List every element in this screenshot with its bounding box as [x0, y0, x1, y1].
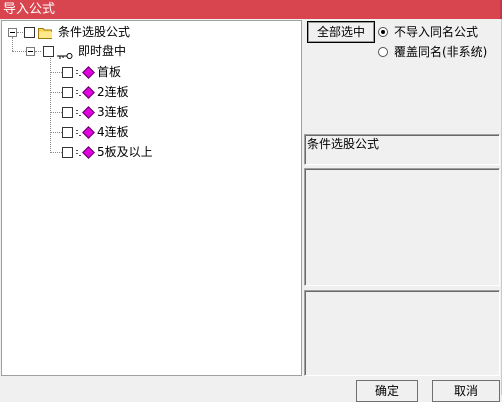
tree-checkbox-item[interactable] — [62, 67, 73, 78]
formula-tree[interactable]: 条件选股公式 即时盘中 首板 2连板 3连板 4连板 5板及以上 — [1, 20, 302, 376]
tree-node-root[interactable]: 条件选股公式 — [2, 23, 302, 42]
tree-node-label: 5板及以上 — [97, 145, 153, 159]
tree-node-label: 即时盘中 — [78, 44, 127, 58]
collapse-icon[interactable] — [8, 28, 17, 37]
tree-checkbox-group[interactable] — [43, 46, 54, 57]
tree-node-label: 首板 — [97, 65, 122, 79]
diamond-icon — [82, 146, 95, 159]
diamond-icon — [82, 126, 95, 139]
tree-node-label: 2连板 — [97, 85, 129, 99]
tree-node-item[interactable]: 5板及以上 — [2, 143, 302, 162]
formula-description-box — [304, 168, 500, 286]
formula-icon — [76, 89, 82, 97]
formula-icon — [76, 129, 82, 137]
radio-label: 不导入同名公式 — [394, 25, 479, 39]
dialog-titlebar[interactable]: 导入公式 — [0, 0, 502, 19]
cancel-button[interactable]: 取消 — [432, 380, 500, 402]
formula-category-label: 条件选股公式 — [307, 137, 380, 151]
tree-node-group[interactable]: 即时盘中 — [2, 42, 302, 61]
radio-unselected-icon[interactable] — [378, 47, 388, 57]
tree-checkbox-item[interactable] — [62, 87, 73, 98]
ok-button[interactable]: 确定 — [356, 380, 418, 402]
dialog-title: 导入公式 — [3, 2, 56, 17]
tree-checkbox-item[interactable] — [62, 107, 73, 118]
formula-category-field: 条件选股公式 — [304, 134, 500, 165]
tree-node-label: 条件选股公式 — [58, 25, 131, 39]
select-all-button[interactable]: 全部选中 — [307, 21, 375, 43]
collapse-icon[interactable] — [26, 47, 35, 56]
radio-selected-icon[interactable] — [378, 27, 388, 37]
tree-node-label: 4连板 — [97, 125, 129, 139]
tree-line — [17, 32, 23, 33]
tree-node-item[interactable]: 3连板 — [2, 103, 302, 122]
diamond-icon — [82, 66, 95, 79]
tree-node-item[interactable]: 2连板 — [2, 83, 302, 102]
tree-checkbox-item[interactable] — [62, 147, 73, 158]
tree-node-item[interactable]: 首板 — [2, 63, 302, 82]
formula-icon — [76, 69, 82, 77]
tree-checkbox-item[interactable] — [62, 127, 73, 138]
options-panel: 全部选中 不导入同名公式 覆盖同名(非系统) 条件选股公式 — [304, 20, 500, 376]
key-icon — [57, 47, 73, 59]
tree-checkbox-root[interactable] — [24, 27, 35, 38]
tree-line — [35, 51, 41, 52]
tree-node-label: 3连板 — [97, 105, 129, 119]
diamond-icon — [82, 106, 95, 119]
radio-label: 覆盖同名(非系统) — [394, 45, 488, 59]
folder-icon — [38, 26, 53, 39]
tree-node-item[interactable]: 4连板 — [2, 123, 302, 142]
formula-detail-box — [304, 290, 500, 376]
formula-icon — [76, 109, 82, 117]
diamond-icon — [82, 86, 95, 99]
formula-icon — [76, 149, 82, 157]
